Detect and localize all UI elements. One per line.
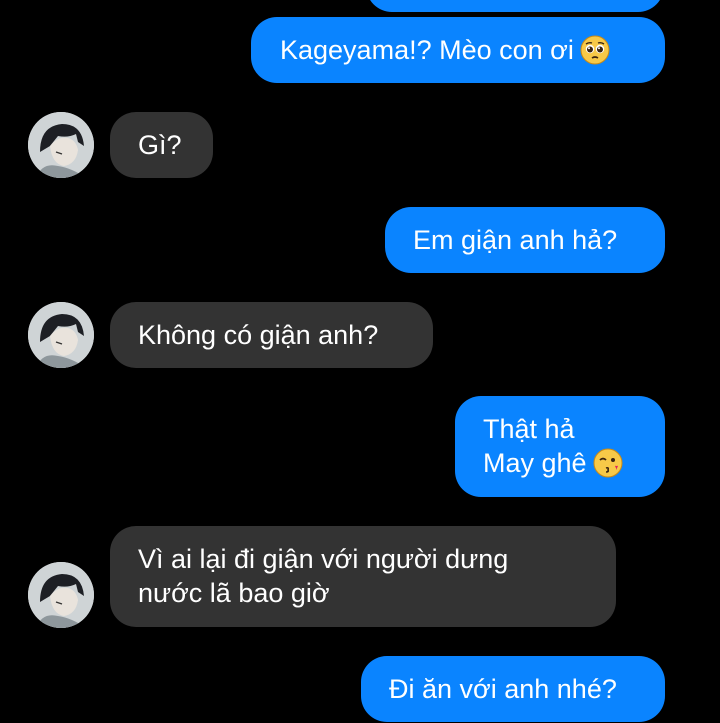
message-bubble-outgoing[interactable]: Em giận anh hả?	[385, 207, 665, 273]
message-text: Kageyama!? Mèo con ơi	[280, 35, 574, 65]
message-text: Em giận anh hả?	[413, 225, 618, 255]
contact-avatar[interactable]	[28, 562, 94, 628]
message-bubble-outgoing[interactable]: Thật hả May ghê	[455, 396, 665, 497]
message-text-line: nước lã bao giờ	[138, 578, 330, 608]
message-bubble-outgoing[interactable]: Kageyama!? Mèo con ơi	[251, 17, 665, 83]
message-bubble-incoming[interactable]: Gì?	[110, 112, 213, 178]
pleading-face-icon	[580, 35, 610, 73]
message-text-line: Thật hả	[483, 414, 575, 444]
kissing-wink-face-icon	[593, 448, 623, 486]
message-bubble-incoming[interactable]: Không có giận anh?	[110, 302, 433, 368]
message-text: Gì?	[138, 130, 182, 160]
message-text: Không có giận anh?	[138, 320, 379, 350]
contact-avatar[interactable]	[28, 302, 94, 368]
message-bubble-outgoing-partial[interactable]	[366, 0, 664, 12]
message-text-line: May ghê	[483, 446, 665, 486]
message-bubble-outgoing[interactable]: Đi ăn với anh nhé?	[361, 656, 665, 722]
message-text-line: Vì ai lại đi giận với người dưng	[138, 544, 509, 574]
message-bubble-incoming[interactable]: Vì ai lại đi giận với người dưng nước lã…	[110, 526, 616, 627]
chat-thread: Kageyama!? Mèo con ơi Gì? Em giận anh hả…	[0, 0, 720, 723]
message-text: Đi ăn với anh nhé?	[389, 674, 617, 704]
contact-avatar[interactable]	[28, 112, 94, 178]
